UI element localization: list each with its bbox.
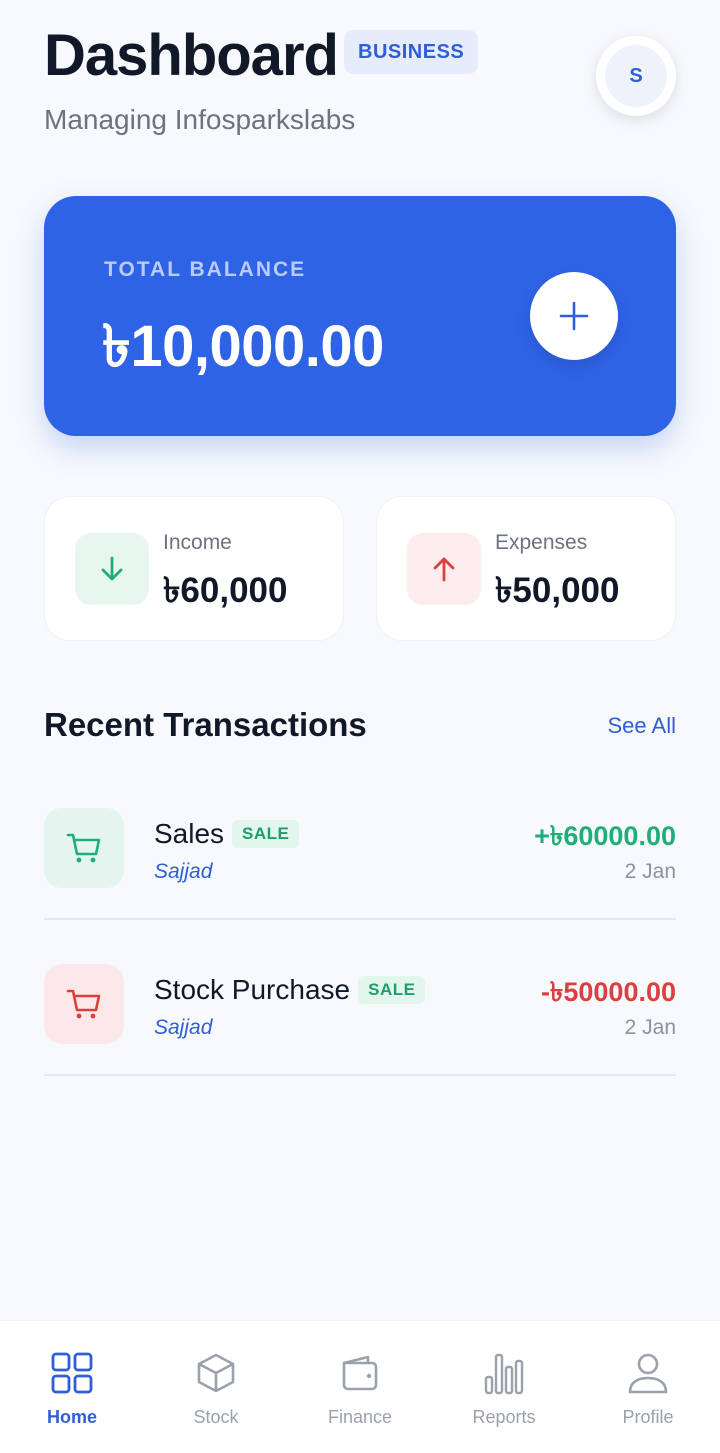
recent-transactions-title: Recent Transactions: [44, 706, 367, 743]
box-icon: [197, 1353, 235, 1393]
account-type-badge: BUSINESS: [344, 30, 479, 74]
transaction-tag: SALE: [232, 820, 300, 848]
transaction-person: Sajjad: [154, 1016, 213, 1039]
transaction-amount: -৳50000.00: [540, 977, 676, 1007]
bar-chart-icon: [484, 1353, 524, 1395]
avatar-initial: S: [605, 45, 667, 107]
add-transaction-button[interactable]: [530, 272, 618, 360]
cart-icon: [66, 989, 101, 1019]
wallet-icon: [342, 1355, 378, 1391]
transaction-icon-box: [44, 808, 124, 888]
expenses-value: ৳50,000: [495, 571, 620, 610]
transaction-name-text: Sales: [154, 818, 225, 849]
income-icon-box: [75, 533, 149, 605]
income-label: Income: [163, 531, 232, 554]
page-title: Dashboard: [44, 23, 339, 88]
page-subtitle: Managing Infosparkslabs: [44, 104, 356, 135]
balance-value: ৳10,000.00: [102, 314, 384, 379]
avatar[interactable]: S: [596, 36, 676, 116]
transaction-name: Stock Purchase SALE: [154, 974, 426, 1006]
balance-card: TOTAL BALANCE ৳10,000.00: [44, 196, 676, 436]
header: Dashboard BUSINESS Managing Infosparksla…: [44, 24, 676, 144]
nav-label: Stock: [193, 1407, 239, 1427]
see-all-link[interactable]: See All: [608, 713, 677, 739]
transaction-name: Sales SALE: [154, 818, 300, 850]
transaction-person: Sajjad: [154, 860, 213, 883]
transaction-row[interactable]: Stock Purchase SALE Sajjad -৳50000.00 2 J…: [44, 964, 676, 1076]
arrow-up-icon: [433, 557, 455, 582]
nav-label: Reports: [472, 1407, 536, 1427]
plus-icon: [559, 301, 589, 331]
grid-icon: [51, 1352, 93, 1394]
transaction-name-text: Stock Purchase: [154, 974, 351, 1005]
transaction-tag: SALE: [358, 976, 426, 1004]
nav-label: Finance: [327, 1407, 393, 1427]
nav-label: Home: [46, 1407, 97, 1427]
balance-label: TOTAL BALANCE: [104, 258, 307, 281]
cart-icon: [66, 833, 101, 863]
nav-item-reports[interactable]: Reports: [444, 1351, 564, 1428]
transaction-date: 2 Jan: [624, 1016, 676, 1039]
nav-label: Profile: [622, 1407, 674, 1427]
nav-item-finance[interactable]: Finance: [300, 1351, 420, 1428]
transaction-date: 2 Jan: [624, 860, 676, 883]
transaction-row[interactable]: Sales SALE Sajjad +৳60000.00 2 Jan: [44, 808, 676, 920]
nav-item-stock[interactable]: Stock: [156, 1351, 276, 1428]
expenses-card[interactable]: Expenses ৳50,000: [376, 496, 676, 641]
nav-item-home[interactable]: Home: [12, 1351, 132, 1428]
expenses-label: Expenses: [495, 531, 588, 554]
income-value: ৳60,000: [163, 571, 288, 610]
income-card[interactable]: Income ৳60,000: [44, 496, 344, 641]
transaction-amount: +৳60000.00: [534, 821, 676, 851]
nav-item-profile[interactable]: Profile: [588, 1351, 708, 1428]
transaction-icon-box: [44, 964, 124, 1044]
bottom-nav: Home Stock Finance Reports Profile: [0, 1320, 720, 1453]
arrow-down-icon: [101, 556, 123, 581]
expenses-icon-box: [407, 533, 481, 605]
user-icon: [628, 1353, 668, 1394]
